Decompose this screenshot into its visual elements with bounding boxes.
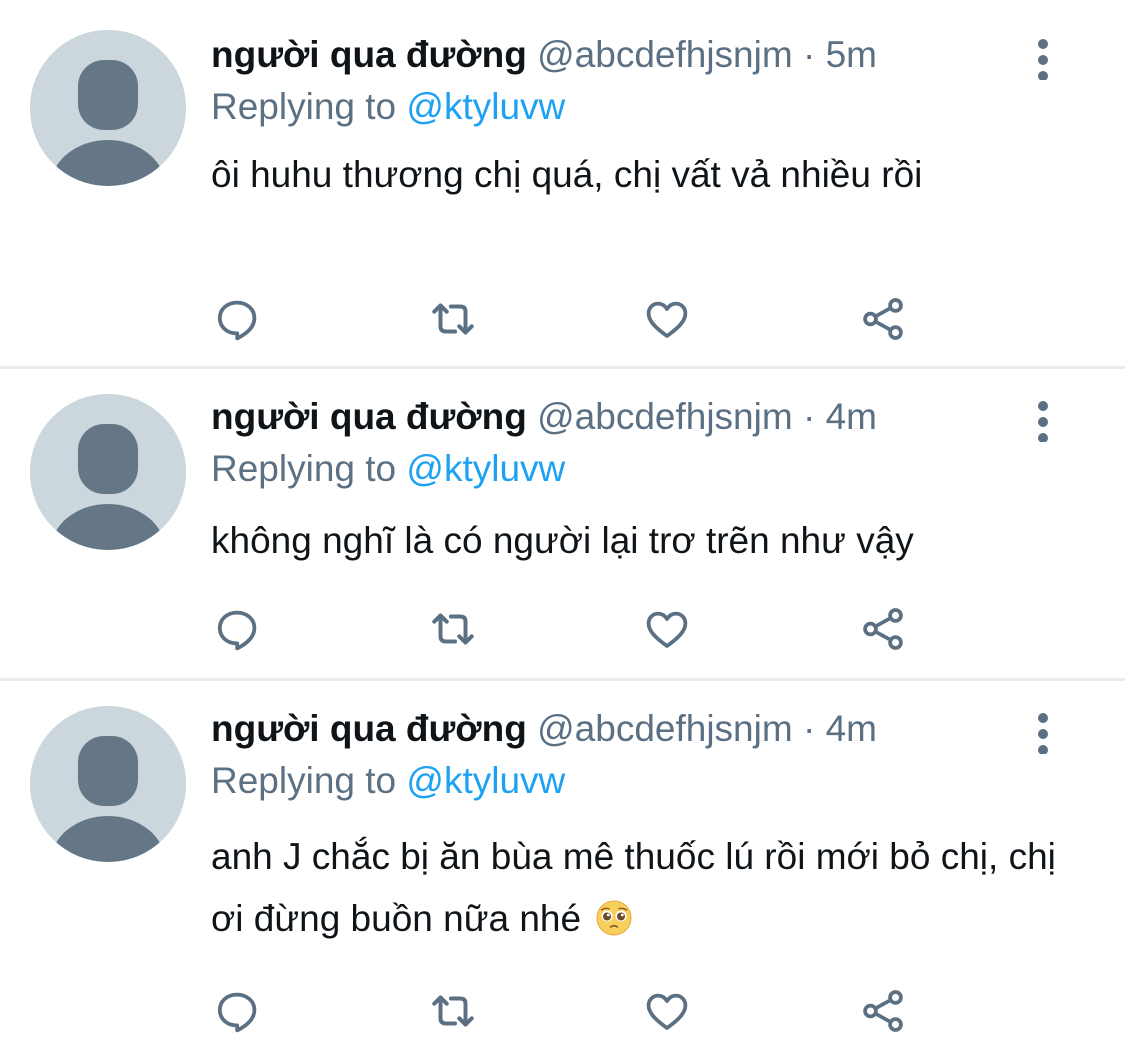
user-handle[interactable]: @abcdefhjsnjm bbox=[537, 708, 793, 749]
timestamp[interactable]: 4m bbox=[826, 396, 877, 437]
like-icon bbox=[646, 301, 688, 338]
reply-button[interactable] bbox=[212, 986, 262, 1036]
share-button[interactable] bbox=[858, 986, 908, 1036]
user-handle[interactable]: @abcdefhjsnjm bbox=[537, 396, 793, 437]
replying-to: Replying to @ktyluvw bbox=[211, 82, 565, 132]
reply-icon bbox=[217, 300, 257, 341]
replying-to: Replying to @ktyluvw bbox=[211, 444, 565, 494]
retweet-icon bbox=[432, 995, 474, 1027]
like-button[interactable] bbox=[642, 604, 692, 654]
retweet-icon bbox=[432, 303, 474, 335]
avatar[interactable] bbox=[30, 30, 186, 186]
mention-link[interactable]: @ktyluvw bbox=[406, 86, 565, 127]
more-options-button[interactable] bbox=[1028, 710, 1058, 755]
reply-button[interactable] bbox=[212, 604, 262, 654]
tweet-divider bbox=[0, 366, 1125, 369]
tweet-header: người qua đường @abcdefhjsnjm · 4m bbox=[211, 704, 877, 754]
reply-button[interactable] bbox=[212, 294, 262, 344]
avatar[interactable] bbox=[30, 706, 186, 862]
tweet-text: ôi huhu thương chị quá, chị vất vả nhiều… bbox=[211, 154, 923, 195]
replying-prefix: Replying to bbox=[211, 760, 397, 801]
retweet-button[interactable] bbox=[428, 294, 478, 344]
tweet-text-content: anh J chắc bị ăn bùa mê thuốc lú rồi mới… bbox=[211, 836, 1056, 939]
reply-icon bbox=[217, 992, 257, 1033]
separator-dot: · bbox=[802, 396, 816, 437]
display-name[interactable]: người qua đường bbox=[211, 708, 527, 749]
default-profile-icon bbox=[30, 30, 186, 186]
replying-prefix: Replying to bbox=[211, 448, 397, 489]
reply-icon bbox=[217, 610, 257, 651]
mention-link[interactable]: @ktyluvw bbox=[406, 448, 565, 489]
mention-link[interactable]: @ktyluvw bbox=[406, 760, 565, 801]
share-icon bbox=[863, 298, 903, 340]
tweet-text: không nghĩ là có người lại trơ trẽn như … bbox=[211, 520, 914, 561]
like-icon bbox=[646, 993, 688, 1030]
display-name[interactable]: người qua đường bbox=[211, 34, 527, 75]
more-options-button[interactable] bbox=[1028, 398, 1058, 443]
timestamp[interactable]: 5m bbox=[826, 34, 877, 75]
retweet-icon bbox=[432, 613, 474, 645]
tweet-divider bbox=[0, 678, 1125, 681]
like-icon bbox=[646, 611, 688, 648]
tweet-text: anh J chắc bị ăn bùa mê thuốc lú rồi mới… bbox=[211, 826, 1071, 950]
timestamp[interactable]: 4m bbox=[826, 708, 877, 749]
tweet-header: người qua đường @abcdefhjsnjm · 4m bbox=[211, 392, 877, 442]
more-icon bbox=[1038, 39, 1048, 81]
retweet-button[interactable] bbox=[428, 604, 478, 654]
more-icon bbox=[1038, 401, 1048, 443]
like-button[interactable] bbox=[642, 986, 692, 1036]
default-profile-icon bbox=[30, 394, 186, 550]
tweet-header: người qua đường @abcdefhjsnjm · 5m bbox=[211, 30, 877, 80]
share-icon bbox=[863, 990, 903, 1032]
pleading-face-emoji bbox=[596, 900, 632, 936]
tweet-actions bbox=[0, 294, 1125, 344]
tweet-actions bbox=[0, 986, 1125, 1036]
user-handle[interactable]: @abcdefhjsnjm bbox=[537, 34, 793, 75]
separator-dot: · bbox=[802, 34, 816, 75]
share-button[interactable] bbox=[858, 604, 908, 654]
share-button[interactable] bbox=[858, 294, 908, 344]
default-profile-icon bbox=[30, 706, 186, 862]
display-name[interactable]: người qua đường bbox=[211, 396, 527, 437]
more-icon bbox=[1038, 713, 1048, 755]
replying-prefix: Replying to bbox=[211, 86, 397, 127]
separator-dot: · bbox=[802, 708, 816, 749]
share-icon bbox=[863, 608, 903, 650]
retweet-button[interactable] bbox=[428, 986, 478, 1036]
replying-to: Replying to @ktyluvw bbox=[211, 756, 565, 806]
tweet-actions bbox=[0, 604, 1125, 654]
avatar[interactable] bbox=[30, 394, 186, 550]
more-options-button[interactable] bbox=[1028, 36, 1058, 81]
like-button[interactable] bbox=[642, 294, 692, 344]
